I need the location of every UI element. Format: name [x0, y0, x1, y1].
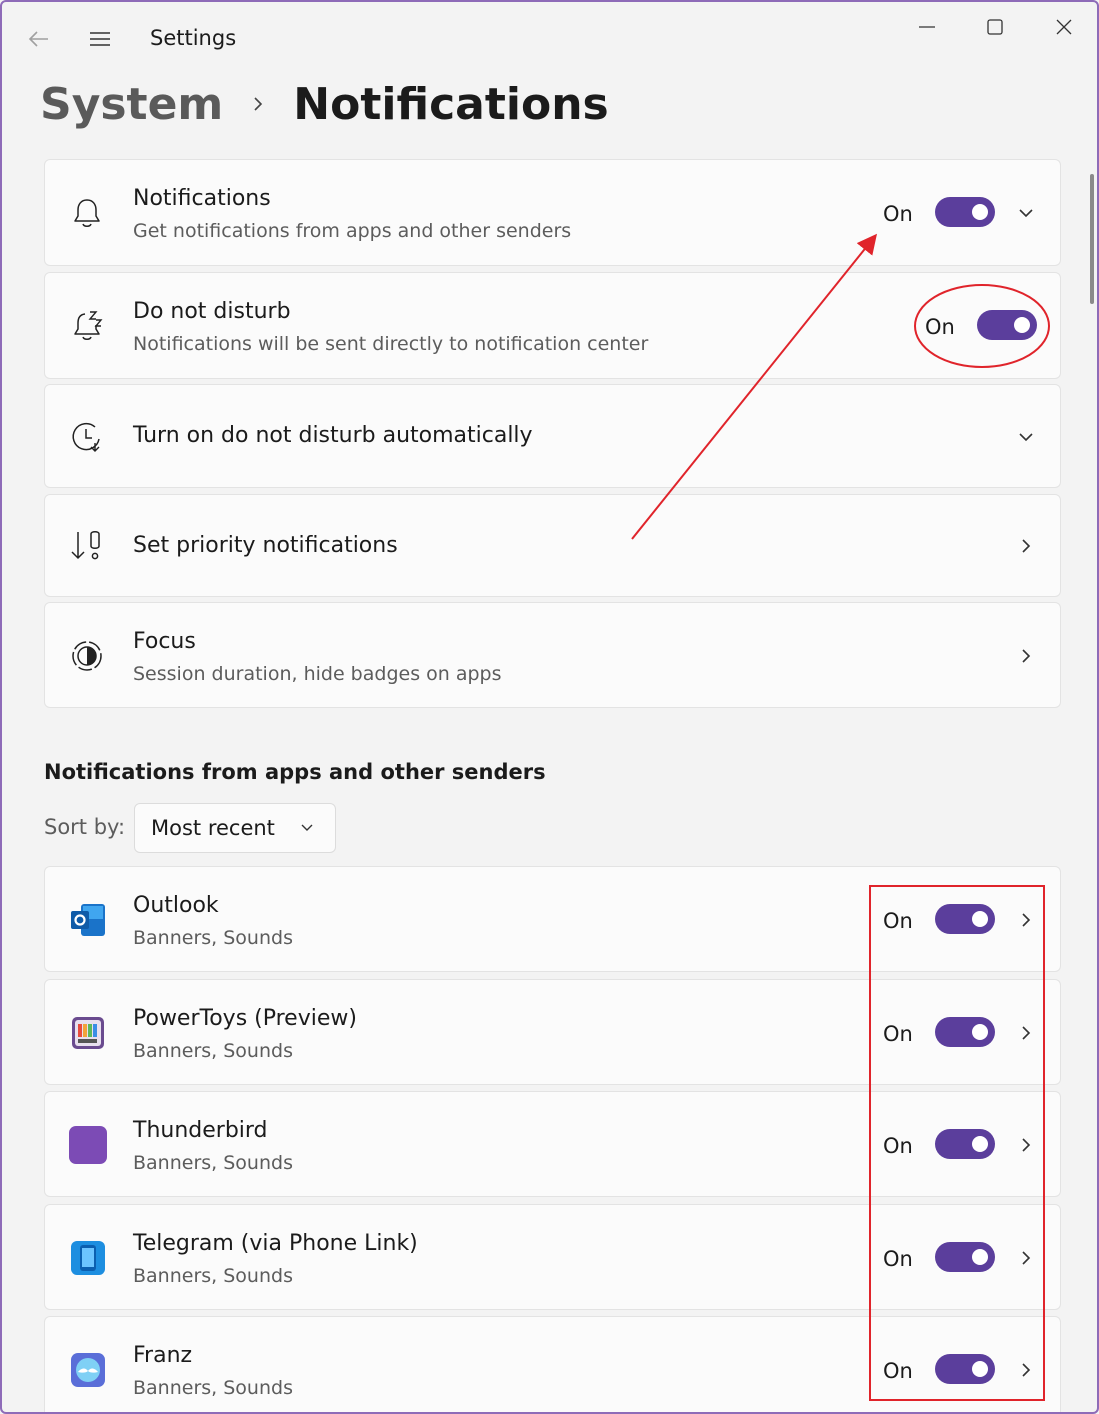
setting-subtitle: Get notifications from apps and other se…: [133, 220, 572, 242]
notifications-setting[interactable]: Notifications Get notifications from app…: [44, 159, 1061, 266]
outlook-icon: [71, 904, 105, 936]
snooze-bell-icon: [74, 311, 103, 340]
toggle-state: On: [925, 315, 955, 339]
app-name: PowerToys (Preview): [133, 1006, 357, 1031]
toggle-state: On: [883, 1134, 913, 1158]
focus-icon: [72, 641, 102, 671]
app-name: Franz: [133, 1343, 193, 1368]
franz-icon: [71, 1353, 105, 1387]
toggle-knob: [1014, 317, 1030, 333]
title-bar: Settings: [2, 2, 1097, 72]
app-name: Outlook: [133, 893, 219, 918]
toggle-knob: [972, 1249, 988, 1265]
sort-label: Sort by:: [44, 815, 126, 839]
clock-icon: [72, 422, 100, 452]
minimize-icon[interactable]: [907, 12, 947, 42]
setting-title: Focus: [133, 629, 196, 654]
telegram-icon: [71, 1241, 105, 1275]
app-detail: Banners, Sounds: [133, 927, 293, 949]
app-row-franz[interactable]: Franz Banners, Sounds On: [44, 1316, 1061, 1412]
app-detail: Banners, Sounds: [133, 1265, 293, 1287]
thunderbird-toggle[interactable]: [935, 1129, 995, 1159]
apps-section-title: Notifications from apps and other sender…: [44, 760, 546, 784]
app-name: Thunderbird: [133, 1118, 268, 1143]
powertoys-icon: [72, 1017, 104, 1049]
breadcrumb-system[interactable]: System: [40, 79, 223, 130]
toggle-state: On: [883, 1022, 913, 1046]
do-not-disturb-setting: Do not disturb Notifications will be sen…: [44, 272, 1061, 379]
priority-icon: [71, 531, 100, 560]
toggle-state: On: [883, 909, 913, 933]
sort-dropdown[interactable]: Most recent: [134, 803, 336, 853]
page-title: Notifications: [293, 78, 609, 130]
priority-notifications-setting[interactable]: Set priority notifications: [44, 494, 1061, 597]
chevron-right-icon[interactable]: [1017, 537, 1035, 555]
breadcrumb: System Notifications: [40, 72, 609, 136]
toggle-knob: [972, 911, 988, 927]
telegram-toggle[interactable]: [935, 1242, 995, 1272]
app-detail: Banners, Sounds: [133, 1152, 293, 1174]
app-row-powertoys[interactable]: PowerToys (Preview) Banners, Sounds On: [44, 979, 1061, 1085]
chevron-right-icon: [254, 97, 263, 111]
setting-title: Notifications: [133, 186, 271, 211]
toggle-state: On: [883, 1359, 913, 1383]
scrollbar-thumb[interactable]: [1090, 174, 1094, 304]
sort-value: Most recent: [151, 816, 275, 840]
bell-icon: [74, 199, 100, 227]
toggle-knob: [972, 1136, 988, 1152]
settings-window: Settings System Notifications Notificati…: [0, 0, 1099, 1414]
chevron-down-icon: [301, 824, 313, 831]
setting-title: Turn on do not disturb automatically: [133, 423, 533, 448]
do-not-disturb-toggle[interactable]: [977, 310, 1037, 340]
toggle-knob: [972, 204, 988, 220]
chevron-down-icon[interactable]: [1017, 204, 1035, 222]
app-detail: Banners, Sounds: [133, 1040, 293, 1062]
app-name: Telegram (via Phone Link): [133, 1231, 418, 1256]
back-arrow-icon[interactable]: [26, 26, 52, 52]
toggle-knob: [972, 1024, 988, 1040]
outlook-toggle[interactable]: [935, 904, 995, 934]
setting-title: Set priority notifications: [133, 533, 398, 558]
chevron-right-icon[interactable]: [1017, 1361, 1035, 1379]
notifications-toggle[interactable]: [935, 197, 995, 227]
setting-subtitle: Session duration, hide badges on apps: [133, 663, 502, 685]
chevron-right-icon[interactable]: [1017, 647, 1035, 665]
setting-title: Do not disturb: [133, 299, 291, 324]
chevron-right-icon[interactable]: [1017, 911, 1035, 929]
chevron-right-icon[interactable]: [1017, 1249, 1035, 1267]
chevron-right-icon[interactable]: [1017, 1136, 1035, 1154]
chevron-right-icon[interactable]: [1017, 1024, 1035, 1042]
maximize-icon[interactable]: [975, 12, 1015, 42]
close-icon[interactable]: [1044, 12, 1084, 42]
powertoys-toggle[interactable]: [935, 1017, 995, 1047]
franz-toggle[interactable]: [935, 1354, 995, 1384]
app-row-telegram[interactable]: Telegram (via Phone Link) Banners, Sound…: [44, 1204, 1061, 1310]
hamburger-menu-icon[interactable]: [86, 26, 114, 52]
setting-subtitle: Notifications will be sent directly to n…: [133, 333, 649, 355]
chevron-down-icon[interactable]: [1017, 428, 1035, 446]
app-row-thunderbird[interactable]: Thunderbird Banners, Sounds On: [44, 1091, 1061, 1197]
toggle-knob: [972, 1361, 988, 1377]
toggle-state: On: [883, 202, 913, 226]
app-row-outlook[interactable]: Outlook Banners, Sounds On: [44, 866, 1061, 972]
dnd-automatically-setting[interactable]: Turn on do not disturb automatically: [44, 384, 1061, 488]
app-title: Settings: [150, 26, 237, 50]
toggle-state: On: [883, 1247, 913, 1271]
focus-setting[interactable]: Focus Session duration, hide badges on a…: [44, 602, 1061, 708]
thunderbird-icon: [69, 1126, 107, 1164]
app-detail: Banners, Sounds: [133, 1377, 293, 1399]
